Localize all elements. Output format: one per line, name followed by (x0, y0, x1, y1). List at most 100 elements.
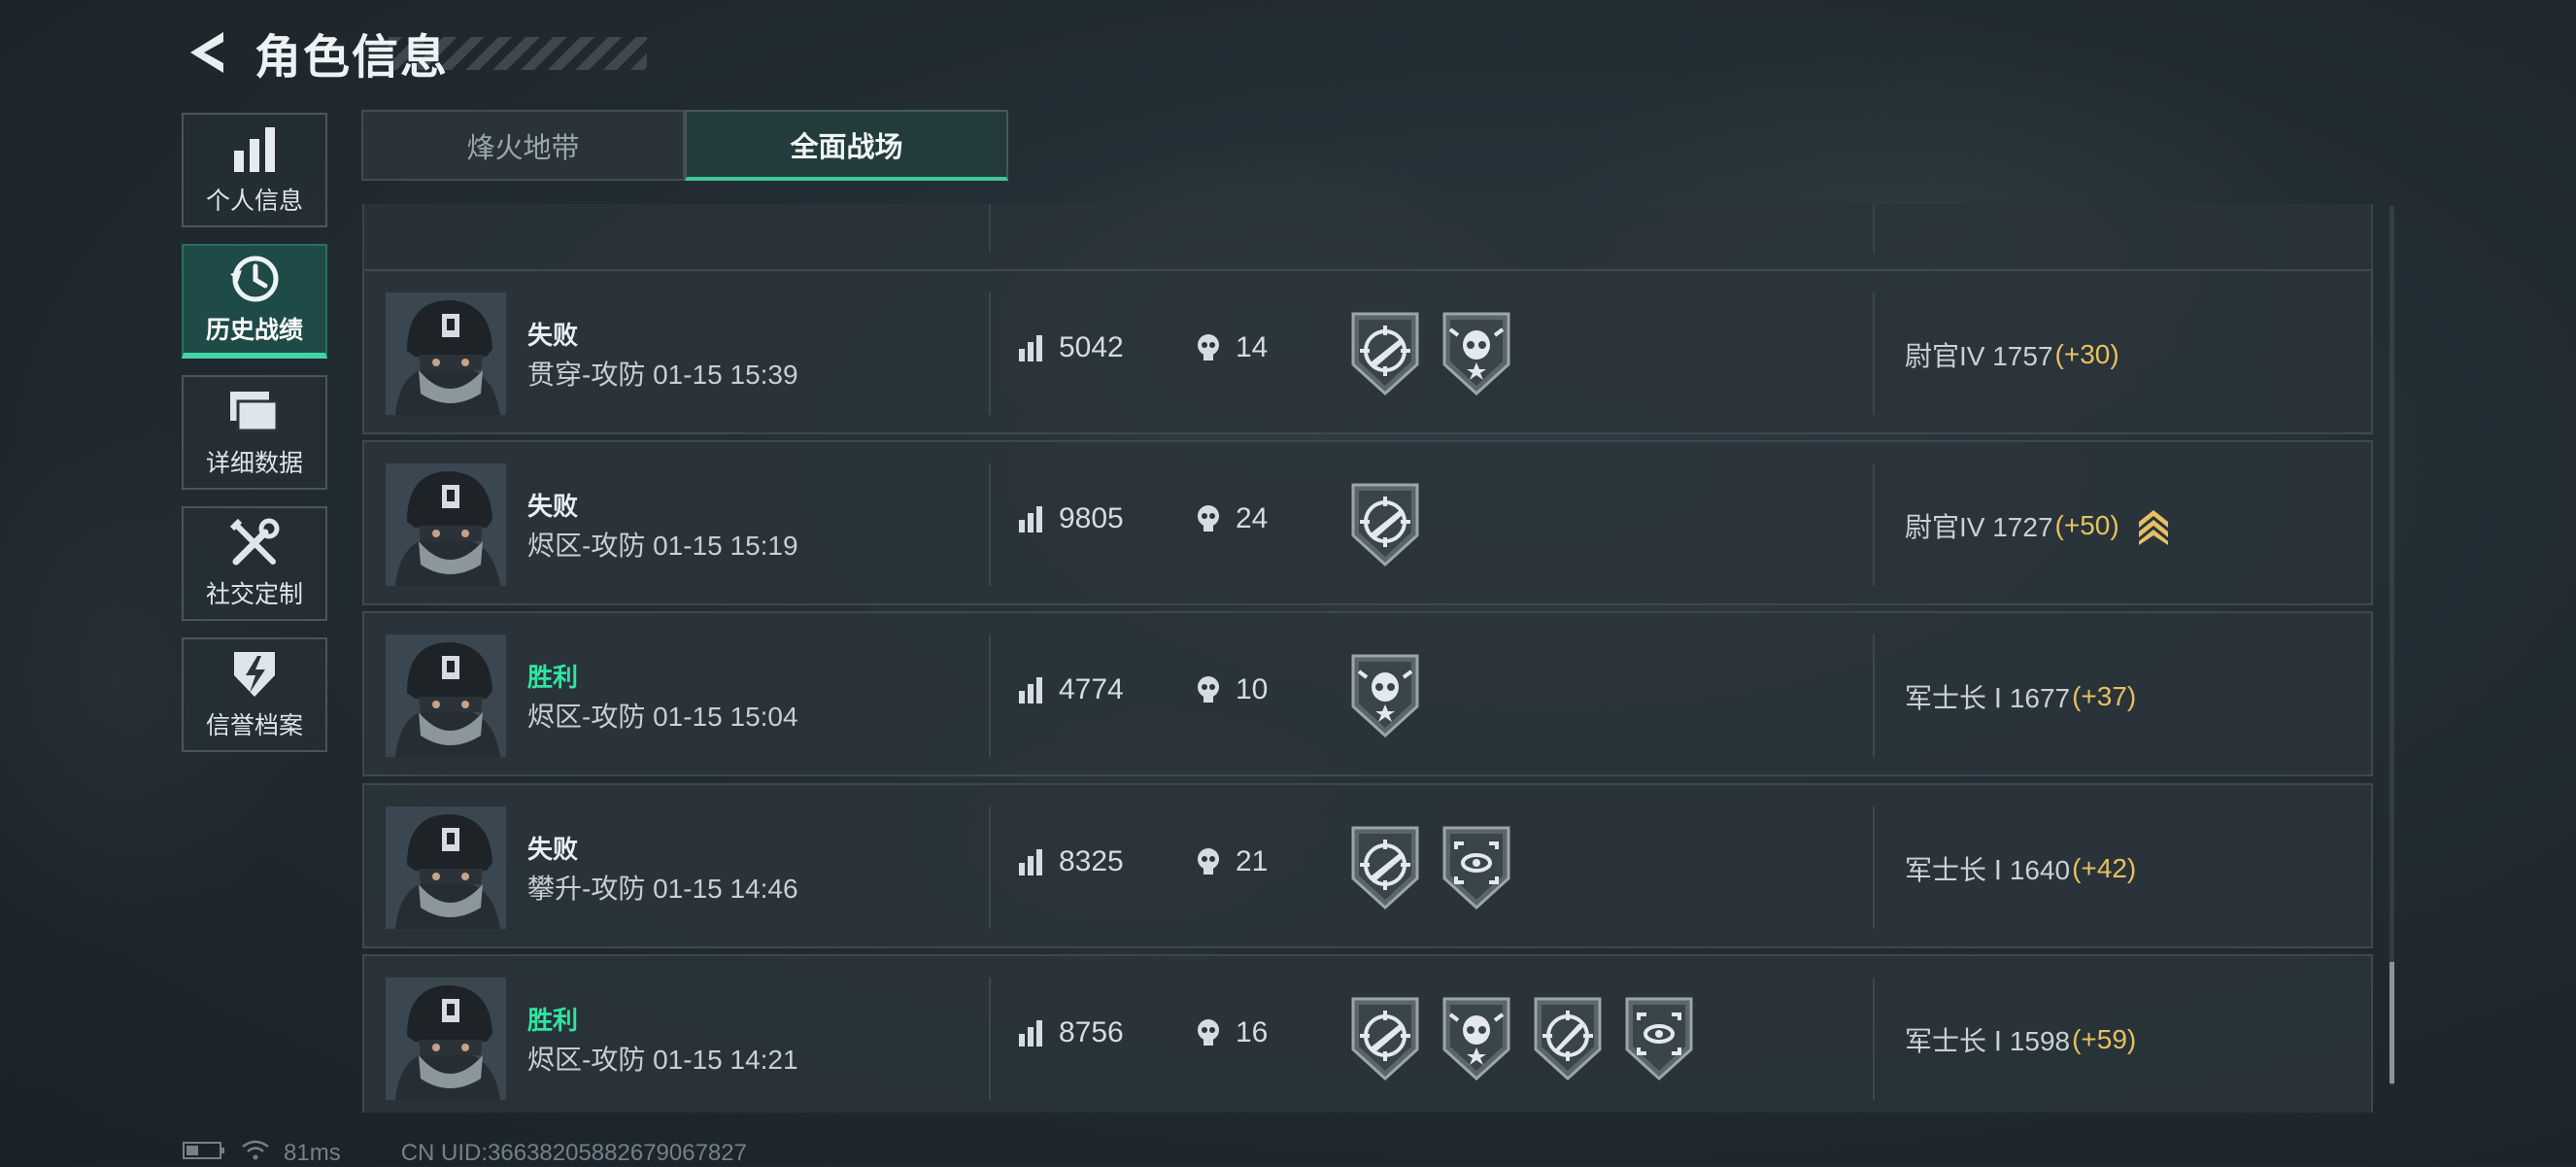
divider (989, 463, 991, 586)
avatar (386, 292, 506, 415)
match-row[interactable]: 胜利 烬区-攻防 01-15 15:04 4774 10 军士长 Ⅰ 1677 (+37) (362, 611, 2373, 776)
kills-value: 24 (1236, 502, 1269, 534)
sidebar-item-social-custom[interactable]: 社交定制 (182, 506, 327, 621)
list-item-partial[interactable] (362, 204, 2373, 272)
scrollbar-thumb[interactable] (2390, 962, 2394, 1083)
kills-value: 10 (1236, 673, 1269, 705)
sidebar-item-label: 信誉档案 (205, 712, 303, 739)
divider (989, 204, 991, 253)
sidebar: 个人信息 历史战绩 详细数据 社交定制 信誉档案 (182, 113, 329, 769)
sidebar-item-history[interactable]: 历史战绩 (182, 244, 327, 359)
sidebar-item-detailed-data[interactable]: 详细数据 (182, 375, 327, 490)
skull-icon (1195, 846, 1224, 877)
badge-list (1347, 481, 1439, 568)
sidebar-item-label: 社交定制 (205, 581, 303, 608)
kills-stat: 21 (1195, 845, 1268, 878)
kills-value: 16 (1236, 1016, 1269, 1048)
bar-chart-icon (1018, 1017, 1047, 1048)
kills-stat: 16 (1195, 1016, 1268, 1049)
skull-star-badge[interactable] (1439, 995, 1514, 1082)
match-history-list[interactable]: 失败 贯穿-攻防 01-15 15:39 5042 14 尉官IV 1757 (+30) 失… (362, 204, 2375, 1113)
score-value: 9805 (1059, 502, 1124, 534)
score-value: 8325 (1059, 845, 1124, 877)
page-header: 角色信息 (183, 21, 449, 84)
rank-value: 尉官IV 1727 (1905, 512, 2053, 542)
skull-icon (1195, 1017, 1224, 1048)
status-bar: 81ms CN UID:366382058826790​67827 (183, 1139, 747, 1167)
crosshair-rifle-badge[interactable] (1347, 481, 1423, 568)
skull-star-badge[interactable] (1347, 652, 1423, 739)
eye-scope-badge[interactable] (1621, 995, 1697, 1082)
match-row[interactable]: 失败 攀升-攻防 01-15 14:46 8325 21 军士长 Ⅰ 1640 (+42) (362, 783, 2373, 948)
crosshair-knife-badge[interactable] (1530, 995, 1606, 1082)
divider (1873, 292, 1875, 415)
divider (989, 807, 991, 929)
skull-icon (1195, 503, 1224, 534)
rank-info: 军士长 Ⅰ 1677 (+37) (1905, 677, 2136, 716)
match-mode-time: 烬区-攻防 01-15 15:04 (527, 702, 798, 732)
mode-tabs: 烽火地带 全面战场 (361, 110, 1008, 181)
rank-points-delta: (+42) (2072, 853, 2137, 883)
badge-list (1347, 652, 1439, 739)
match-result: 失败 (527, 492, 579, 521)
stacked-cards-icon (228, 386, 281, 438)
divider (1873, 204, 1875, 253)
sidebar-item-label: 详细数据 (205, 450, 303, 477)
kills-stat: 10 (1195, 673, 1268, 706)
match-mode-time: 烬区-攻防 01-15 14:21 (527, 1045, 798, 1075)
kills-value: 21 (1236, 845, 1269, 877)
scrollbar-track[interactable] (2390, 206, 2394, 1085)
match-result: 失败 (527, 835, 579, 864)
rank-points-delta: (+30) (2054, 339, 2119, 369)
match-result: 胜利 (527, 663, 579, 692)
crosshair-rifle-badge[interactable] (1347, 310, 1423, 397)
rank-info: 军士长 Ⅰ 1640 (+42) (1905, 849, 2136, 888)
avatar (386, 204, 506, 253)
sidebar-item-personal-info[interactable]: 个人信息 (182, 113, 327, 227)
battery-icon (183, 1140, 225, 1167)
badge-list (1347, 310, 1530, 397)
avatar (386, 463, 506, 586)
uid-text: CN UID:366382058826790​67827 (400, 1139, 747, 1166)
tab-full-battlefield[interactable]: 全面战场 (685, 110, 1008, 181)
rank-value: 军士长 Ⅰ 1640 (1905, 855, 2071, 885)
eye-scope-badge[interactable] (1439, 824, 1514, 911)
divider (989, 635, 991, 757)
kills-stat: 24 (1195, 502, 1268, 535)
match-row[interactable]: 失败贯穿-攻防 01-15 15:39 5042 14 尉官IV 1757 (+30) (362, 269, 2373, 434)
divider (989, 292, 991, 415)
divider (1873, 807, 1875, 929)
rank-points-delta: (+59) (2072, 1024, 2137, 1054)
rank-info: 尉官IV 1727 (+50) (1905, 506, 2170, 545)
rank-value: 军士长 Ⅰ 1677 (1905, 683, 2071, 713)
crosshair-rifle-badge[interactable] (1347, 995, 1423, 1082)
match-result: 失败 (527, 321, 579, 350)
rank-points-delta: (+37) (2072, 681, 2137, 711)
crosshair-rifle-badge[interactable] (1347, 824, 1423, 911)
score-stat: 5042 (1018, 331, 1124, 364)
sidebar-item-credit-record[interactable]: 信誉档案 (182, 637, 327, 752)
score-stat: 8325 (1018, 845, 1124, 878)
sidebar-item-label: 历史战绩 (205, 317, 303, 344)
avatar (386, 635, 506, 757)
history-clock-icon (228, 253, 281, 305)
wifi-icon (241, 1139, 270, 1167)
tools-icon (228, 517, 281, 569)
match-mode-time: 烬区-攻防 01-15 15:19 (527, 531, 798, 561)
bar-chart-icon (1018, 503, 1047, 534)
match-row[interactable]: 失败烬区-攻防 01-15 15:19 9805 24 尉官IV 1727 (+50) (362, 440, 2373, 605)
tab-hazard-zone[interactable]: 烽火地带 (361, 110, 685, 181)
rank-up-chevron-icon (2137, 506, 2170, 545)
rank-value: 尉官IV 1757 (1905, 341, 2053, 371)
bar-chart-icon (1018, 332, 1047, 363)
kills-stat: 14 (1195, 331, 1268, 364)
kills-value: 14 (1236, 331, 1269, 363)
match-mode-time: 贯穿-攻防 01-15 15:39 (527, 360, 798, 390)
divider (1873, 978, 1875, 1100)
avatar (386, 978, 506, 1100)
match-row[interactable]: 胜利 烬区-攻防 01-15 14:21 8756 16 军士长 Ⅰ 1598 (+59) (362, 954, 2373, 1113)
skull-star-badge[interactable] (1439, 310, 1514, 397)
bar-chart-icon (228, 123, 281, 176)
back-arrow-icon[interactable] (183, 25, 231, 80)
score-value: 8756 (1059, 1016, 1124, 1048)
